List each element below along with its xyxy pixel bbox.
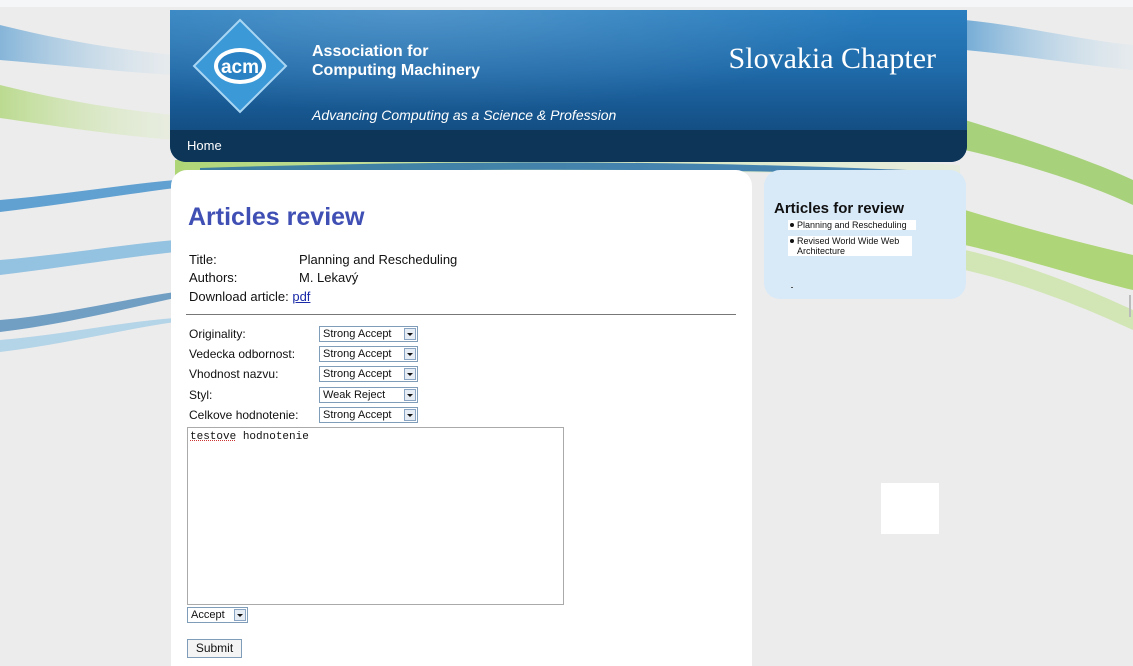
nav-home-link[interactable]: Home bbox=[187, 138, 222, 153]
blank-box bbox=[881, 483, 939, 534]
title-label: Title: bbox=[189, 252, 217, 267]
authors-label: Authors: bbox=[189, 270, 238, 285]
page-title: Articles review bbox=[188, 203, 365, 231]
vedecka-odbornost-select[interactable]: Strong Accept bbox=[319, 346, 418, 362]
originality-label: Originality: bbox=[189, 327, 246, 341]
submit-button[interactable]: Submit bbox=[187, 639, 242, 658]
scroll-edge bbox=[1129, 295, 1131, 317]
originality-value: Strong Accept bbox=[323, 328, 392, 340]
chevron-down-icon bbox=[404, 368, 416, 380]
chevron-down-icon bbox=[234, 609, 246, 621]
celkove-hodnotenie-value: Strong Accept bbox=[323, 409, 392, 421]
authors-value: M. Lekavý bbox=[299, 270, 359, 285]
top-edge bbox=[0, 0, 1133, 7]
main-panel: Articles review Title: Planning and Resc… bbox=[171, 170, 752, 666]
download-row: Download article: pdf bbox=[189, 289, 310, 304]
sidebar-item-www-architecture[interactable]: Revised World Wide Web Architecture bbox=[788, 236, 912, 256]
celkove-hodnotenie-label: Celkove hodnotenie: bbox=[189, 408, 299, 422]
sidebar-dot bbox=[791, 287, 793, 288]
divider bbox=[186, 314, 736, 315]
vhodnost-nazvu-label: Vhodnost nazvu: bbox=[189, 367, 279, 381]
comment-word-misspelled: testove bbox=[190, 431, 237, 443]
vhodnost-nazvu-select[interactable]: Strong Accept bbox=[319, 366, 418, 382]
sidebar-title: Articles for review bbox=[774, 200, 905, 217]
chevron-down-icon bbox=[404, 389, 416, 401]
review-comment-textarea[interactable]: testove hodnotenie bbox=[187, 427, 564, 605]
sidebar-item-planning[interactable]: Planning and Rescheduling bbox=[788, 220, 916, 230]
decision-value: Accept bbox=[191, 609, 225, 621]
review-sidebar: Articles for review Planning and Resched… bbox=[764, 170, 966, 299]
chapter-title: Slovakia Chapter bbox=[728, 42, 936, 75]
title-value: Planning and Rescheduling bbox=[299, 252, 458, 267]
decision-select[interactable]: Accept bbox=[187, 607, 248, 623]
vedecka-odbornost-value: Strong Accept bbox=[323, 348, 392, 360]
originality-select[interactable]: Strong Accept bbox=[319, 326, 418, 342]
acm-logo-icon: acm bbox=[192, 18, 288, 114]
vedecka-odbornost-label: Vedecka odbornost: bbox=[189, 347, 296, 361]
org-name: Association for Computing Machinery bbox=[312, 43, 481, 79]
tagline: Advancing Computing as a Science & Profe… bbox=[312, 107, 617, 123]
styl-select[interactable]: Weak Reject bbox=[319, 387, 418, 403]
nav-bar: Home bbox=[170, 130, 967, 162]
pdf-download-link[interactable]: pdf bbox=[292, 289, 310, 304]
download-label: Download article: bbox=[189, 289, 289, 304]
vhodnost-nazvu-value: Strong Accept bbox=[323, 368, 392, 380]
chevron-down-icon bbox=[404, 409, 416, 421]
logo-text: acm bbox=[221, 57, 259, 78]
site-header: acm Association for Computing Machinery … bbox=[170, 10, 967, 162]
celkove-hodnotenie-select[interactable]: Strong Accept bbox=[319, 407, 418, 423]
sidebar-list: Planning and Rescheduling Revised World … bbox=[788, 220, 916, 262]
comment-word: hodnotenie bbox=[236, 431, 309, 443]
chevron-down-icon bbox=[404, 348, 416, 360]
chevron-down-icon bbox=[404, 328, 416, 340]
styl-value: Weak Reject bbox=[323, 389, 386, 401]
styl-label: Styl: bbox=[189, 388, 213, 402]
